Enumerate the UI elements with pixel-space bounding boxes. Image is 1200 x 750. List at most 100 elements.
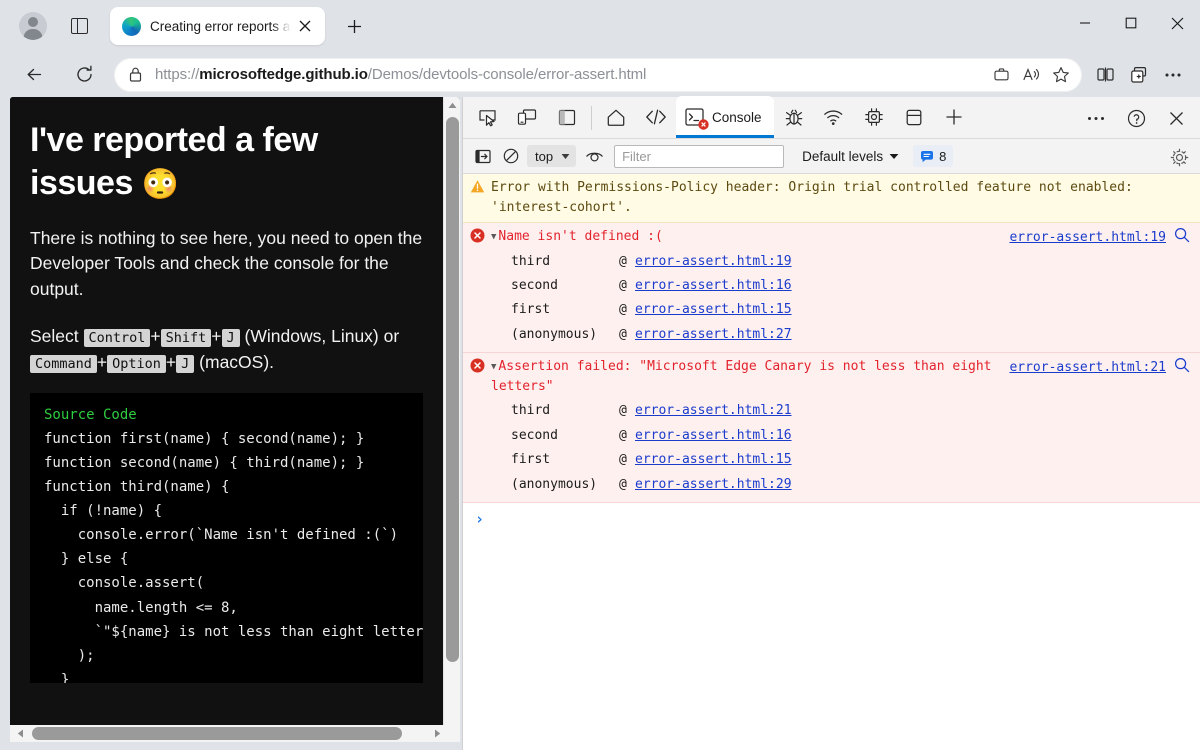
page-vertical-scrollbar[interactable]: [443, 97, 460, 742]
stack-link[interactable]: error-assert.html:21: [635, 399, 792, 423]
shopping-button[interactable]: [986, 60, 1016, 90]
vertical-scroll-thumb[interactable]: [446, 117, 459, 662]
tab-console[interactable]: Console: [676, 96, 774, 138]
close-icon: [299, 20, 311, 32]
stack-link[interactable]: error-assert.html:15: [635, 448, 792, 472]
live-expression-button[interactable]: [580, 143, 608, 169]
tab-close-button[interactable]: [293, 14, 317, 38]
scroll-right-button[interactable]: [429, 725, 446, 742]
page-horizontal-scrollbar[interactable]: [10, 725, 460, 742]
issues-count-badge[interactable]: 8: [913, 145, 953, 167]
stack-frame: first @ error-assert.html:15: [491, 448, 1190, 472]
issues-count: 8: [939, 149, 946, 164]
tab-elements[interactable]: [636, 96, 676, 138]
dock-side-icon: [558, 109, 576, 126]
chevron-down-icon: [561, 153, 570, 160]
code-brackets-icon: [645, 108, 667, 126]
read-aloud-button[interactable]: [1016, 60, 1046, 90]
tabbar-divider: [591, 106, 592, 130]
source-code-title: Source Code: [44, 407, 137, 423]
console-message-list: Error with Permissions-Policy header: Or…: [463, 174, 1200, 750]
plus-4: +: [166, 352, 176, 372]
error-circle-icon: [470, 228, 485, 243]
javascript-context-select[interactable]: top: [527, 145, 576, 167]
tab-application[interactable]: [894, 96, 934, 138]
address-bar[interactable]: https://microsoftedge.github.io/Demos/de…: [114, 58, 1082, 92]
scroll-left-button[interactable]: [12, 725, 29, 742]
devtools-help-button[interactable]: [1116, 97, 1156, 139]
home-icon: [606, 108, 626, 127]
stack-at: @: [619, 274, 635, 298]
more-tools-button[interactable]: [934, 96, 974, 138]
stack-frame: (anonymous) @ error-assert.html:27: [491, 323, 1190, 347]
console-message-error-1[interactable]: ▼Name isn't defined :( error-assert.html…: [463, 223, 1200, 353]
error-2-source-link[interactable]: error-assert.html:21: [1009, 358, 1166, 378]
device-emulation-icon: [517, 108, 537, 126]
browser-settings-button[interactable]: [1156, 58, 1190, 92]
reload-button[interactable]: [66, 57, 102, 93]
stack-at: @: [619, 323, 635, 347]
new-tab-button[interactable]: [337, 9, 371, 43]
tab-network[interactable]: [814, 96, 854, 138]
horizontal-scroll-thumb[interactable]: [32, 727, 402, 740]
devtools-close-button[interactable]: [1156, 97, 1196, 139]
profile-button[interactable]: [14, 7, 52, 45]
devtools-more-options-button[interactable]: [1076, 97, 1116, 139]
favorite-button[interactable]: [1046, 60, 1076, 90]
stack-function: first: [491, 448, 619, 472]
error-1-source-link[interactable]: error-assert.html:19: [1009, 228, 1166, 248]
browser-window: Creating error reports and assert: [0, 0, 1200, 750]
clear-console-icon: [503, 148, 519, 164]
filter-placeholder: Filter: [622, 149, 651, 164]
dock-side-button[interactable]: [547, 96, 587, 138]
expander-1-icon[interactable]: ▼: [491, 232, 496, 242]
collections-icon: [1130, 66, 1149, 84]
flushed-face-emoji: 😳: [142, 168, 179, 201]
close-icon: [1171, 17, 1184, 30]
shortcut-or: or: [384, 326, 400, 346]
ellipsis-icon: [1164, 72, 1182, 78]
scroll-up-button[interactable]: [444, 97, 460, 114]
log-levels-label: Default levels: [802, 149, 883, 164]
devtools-settings-button[interactable]: [1166, 144, 1192, 170]
devtools-panel: Console: [462, 97, 1200, 750]
stack-link[interactable]: error-assert.html:19: [635, 250, 792, 274]
console-message-error-2[interactable]: ▼Assertion failed: "Microsoft Edge Canar…: [463, 353, 1200, 503]
stack-link[interactable]: error-assert.html:27: [635, 323, 792, 347]
maximize-icon: [1125, 17, 1137, 29]
back-button[interactable]: [16, 57, 52, 93]
device-emulation-button[interactable]: [507, 96, 547, 138]
split-screen-button[interactable]: [1088, 58, 1122, 92]
tab-performance[interactable]: [854, 96, 894, 138]
console-filter-input[interactable]: Filter: [614, 145, 784, 168]
console-message-warning[interactable]: Error with Permissions-Policy header: Or…: [463, 174, 1200, 223]
log-levels-select[interactable]: Default levels: [802, 149, 899, 164]
os-mac-label: (macOS).: [199, 352, 274, 372]
stack-link[interactable]: error-assert.html:16: [635, 274, 792, 298]
vertical-tabs-icon: [71, 18, 88, 34]
collections-button[interactable]: [1122, 58, 1156, 92]
expander-2-icon[interactable]: ▼: [491, 362, 496, 372]
console-sidebar-button[interactable]: [469, 143, 497, 169]
stack-link[interactable]: error-assert.html:15: [635, 298, 792, 322]
star-icon: [1052, 66, 1070, 84]
close-icon: [1169, 111, 1184, 126]
browser-tab[interactable]: Creating error reports and assert: [110, 7, 325, 45]
os-windows-label: (Windows, Linux): [245, 326, 379, 346]
stack-link[interactable]: error-assert.html:16: [635, 424, 792, 448]
clear-console-button[interactable]: [497, 143, 525, 169]
network-wifi-icon: [823, 108, 844, 126]
minimize-button[interactable]: [1062, 0, 1108, 46]
toolbar-right: [1088, 58, 1190, 92]
close-window-button[interactable]: [1154, 0, 1200, 46]
tab-actions-button[interactable]: [60, 7, 98, 45]
maximize-button[interactable]: [1108, 0, 1154, 46]
tab-sources[interactable]: [774, 96, 814, 138]
inspect-element-button[interactable]: [467, 96, 507, 138]
tab-welcome[interactable]: [596, 96, 636, 138]
error-2-stack-trace: third @ error-assert.html:21 second @ er…: [491, 399, 1190, 497]
stack-link[interactable]: error-assert.html:29: [635, 473, 792, 497]
source-code-text: function first(name) { second(name); } f…: [44, 431, 423, 683]
read-aloud-icon: [1022, 66, 1041, 83]
console-prompt[interactable]: ›: [463, 503, 1200, 528]
